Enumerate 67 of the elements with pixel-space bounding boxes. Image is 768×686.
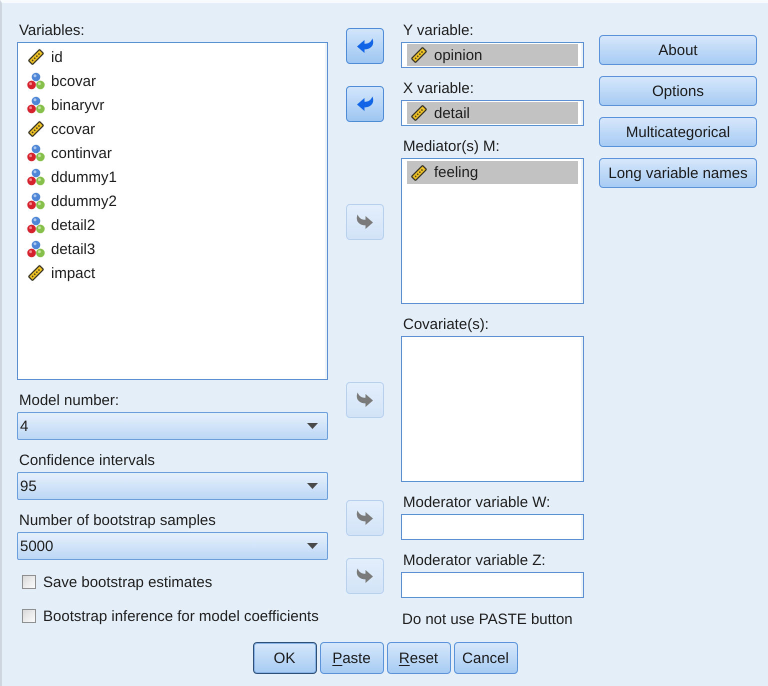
left-arrow-icon	[356, 37, 374, 54]
variable-field[interactable]: detail	[401, 100, 584, 126]
input-field[interactable]	[401, 572, 584, 598]
three-balls-icon	[27, 72, 45, 90]
field-label: Moderator variable Z:	[403, 553, 546, 569]
variable-item[interactable]: impact	[27, 261, 96, 285]
list-label: Variables:	[19, 23, 85, 39]
dropdown[interactable]: 4	[17, 412, 328, 440]
three-balls-icon	[27, 168, 45, 186]
variable-item[interactable]: detail	[407, 102, 578, 124]
dropdown[interactable]: 5000	[17, 532, 328, 560]
dialog-button[interactable]: Cancel	[454, 642, 518, 674]
variable-item[interactable]: ddummy2	[27, 189, 117, 213]
three-balls-icon	[27, 216, 45, 234]
caret-icon	[307, 483, 318, 489]
right-arrow-icon	[356, 213, 374, 230]
note-text: Do not use PASTE button	[402, 612, 573, 628]
list-label: Covariate(s):	[403, 317, 489, 333]
variable-item[interactable]: detail2	[27, 213, 96, 237]
variable-item[interactable]: binaryvr	[27, 93, 104, 117]
variable-item[interactable]: ddummy1	[27, 165, 117, 189]
variable-item[interactable]: id	[27, 45, 63, 69]
variable-list[interactable]	[401, 336, 584, 482]
three-balls-icon	[27, 192, 45, 210]
variable-item[interactable]: bcovar	[27, 69, 96, 93]
dialog-button[interactable]: OK	[252, 642, 316, 674]
checkbox-label[interactable]: Save bootstrap estimates	[43, 574, 212, 590]
caret-icon	[307, 543, 318, 549]
variable-list[interactable]: feeling	[401, 158, 584, 304]
field-label: Moderator variable W:	[403, 495, 550, 511]
dropdown[interactable]: 95	[17, 472, 328, 500]
left-arrow-icon	[356, 95, 374, 112]
three-balls-icon	[27, 144, 45, 162]
right-arrow-icon	[356, 391, 374, 408]
three-balls-icon	[27, 240, 45, 258]
checkbox[interactable]	[22, 575, 36, 589]
right-arrow-icon	[356, 509, 374, 526]
variable-list[interactable]: id bcovar binaryvr ccovar continvar ddummy1 ddummy2 detail2 detail3 impact	[17, 42, 328, 380]
variable-field[interactable]: opinion	[401, 42, 584, 68]
dialog-button[interactable]: Reset	[386, 642, 450, 674]
checkbox[interactable]	[22, 609, 36, 623]
side-button[interactable]: About	[599, 35, 757, 65]
caret-icon	[307, 423, 318, 429]
input-field[interactable]	[401, 514, 584, 540]
variable-item[interactable]: opinion	[407, 44, 578, 66]
checkbox-label[interactable]: Bootstrap inference for model coefficients	[43, 608, 319, 624]
side-button[interactable]: Multicategorical	[599, 117, 757, 147]
move-button[interactable]	[346, 86, 384, 122]
side-button[interactable]: Long variable names	[599, 158, 757, 188]
variable-item[interactable]: ccovar	[27, 117, 96, 141]
dropdown-label: Model number:	[19, 393, 120, 409]
ruler-icon	[410, 164, 428, 182]
ruler-icon	[410, 104, 428, 122]
three-balls-icon	[27, 96, 45, 114]
list-label: Mediator(s) M:	[403, 139, 500, 155]
dialog-button[interactable]: Paste	[320, 642, 384, 674]
right-arrow-icon	[356, 567, 374, 584]
variable-item[interactable]: continvar	[27, 141, 112, 165]
move-button[interactable]	[346, 28, 384, 64]
field-label: Y variable:	[403, 23, 474, 39]
side-button[interactable]: Options	[599, 76, 757, 106]
field-label: X variable:	[403, 81, 474, 97]
variable-item[interactable]: detail3	[27, 237, 96, 261]
variable-item[interactable]: feeling	[407, 161, 578, 184]
dropdown-label: Number of bootstrap samples	[19, 513, 216, 529]
dropdown-label: Confidence intervals	[19, 453, 155, 469]
ruler-icon	[410, 46, 428, 64]
